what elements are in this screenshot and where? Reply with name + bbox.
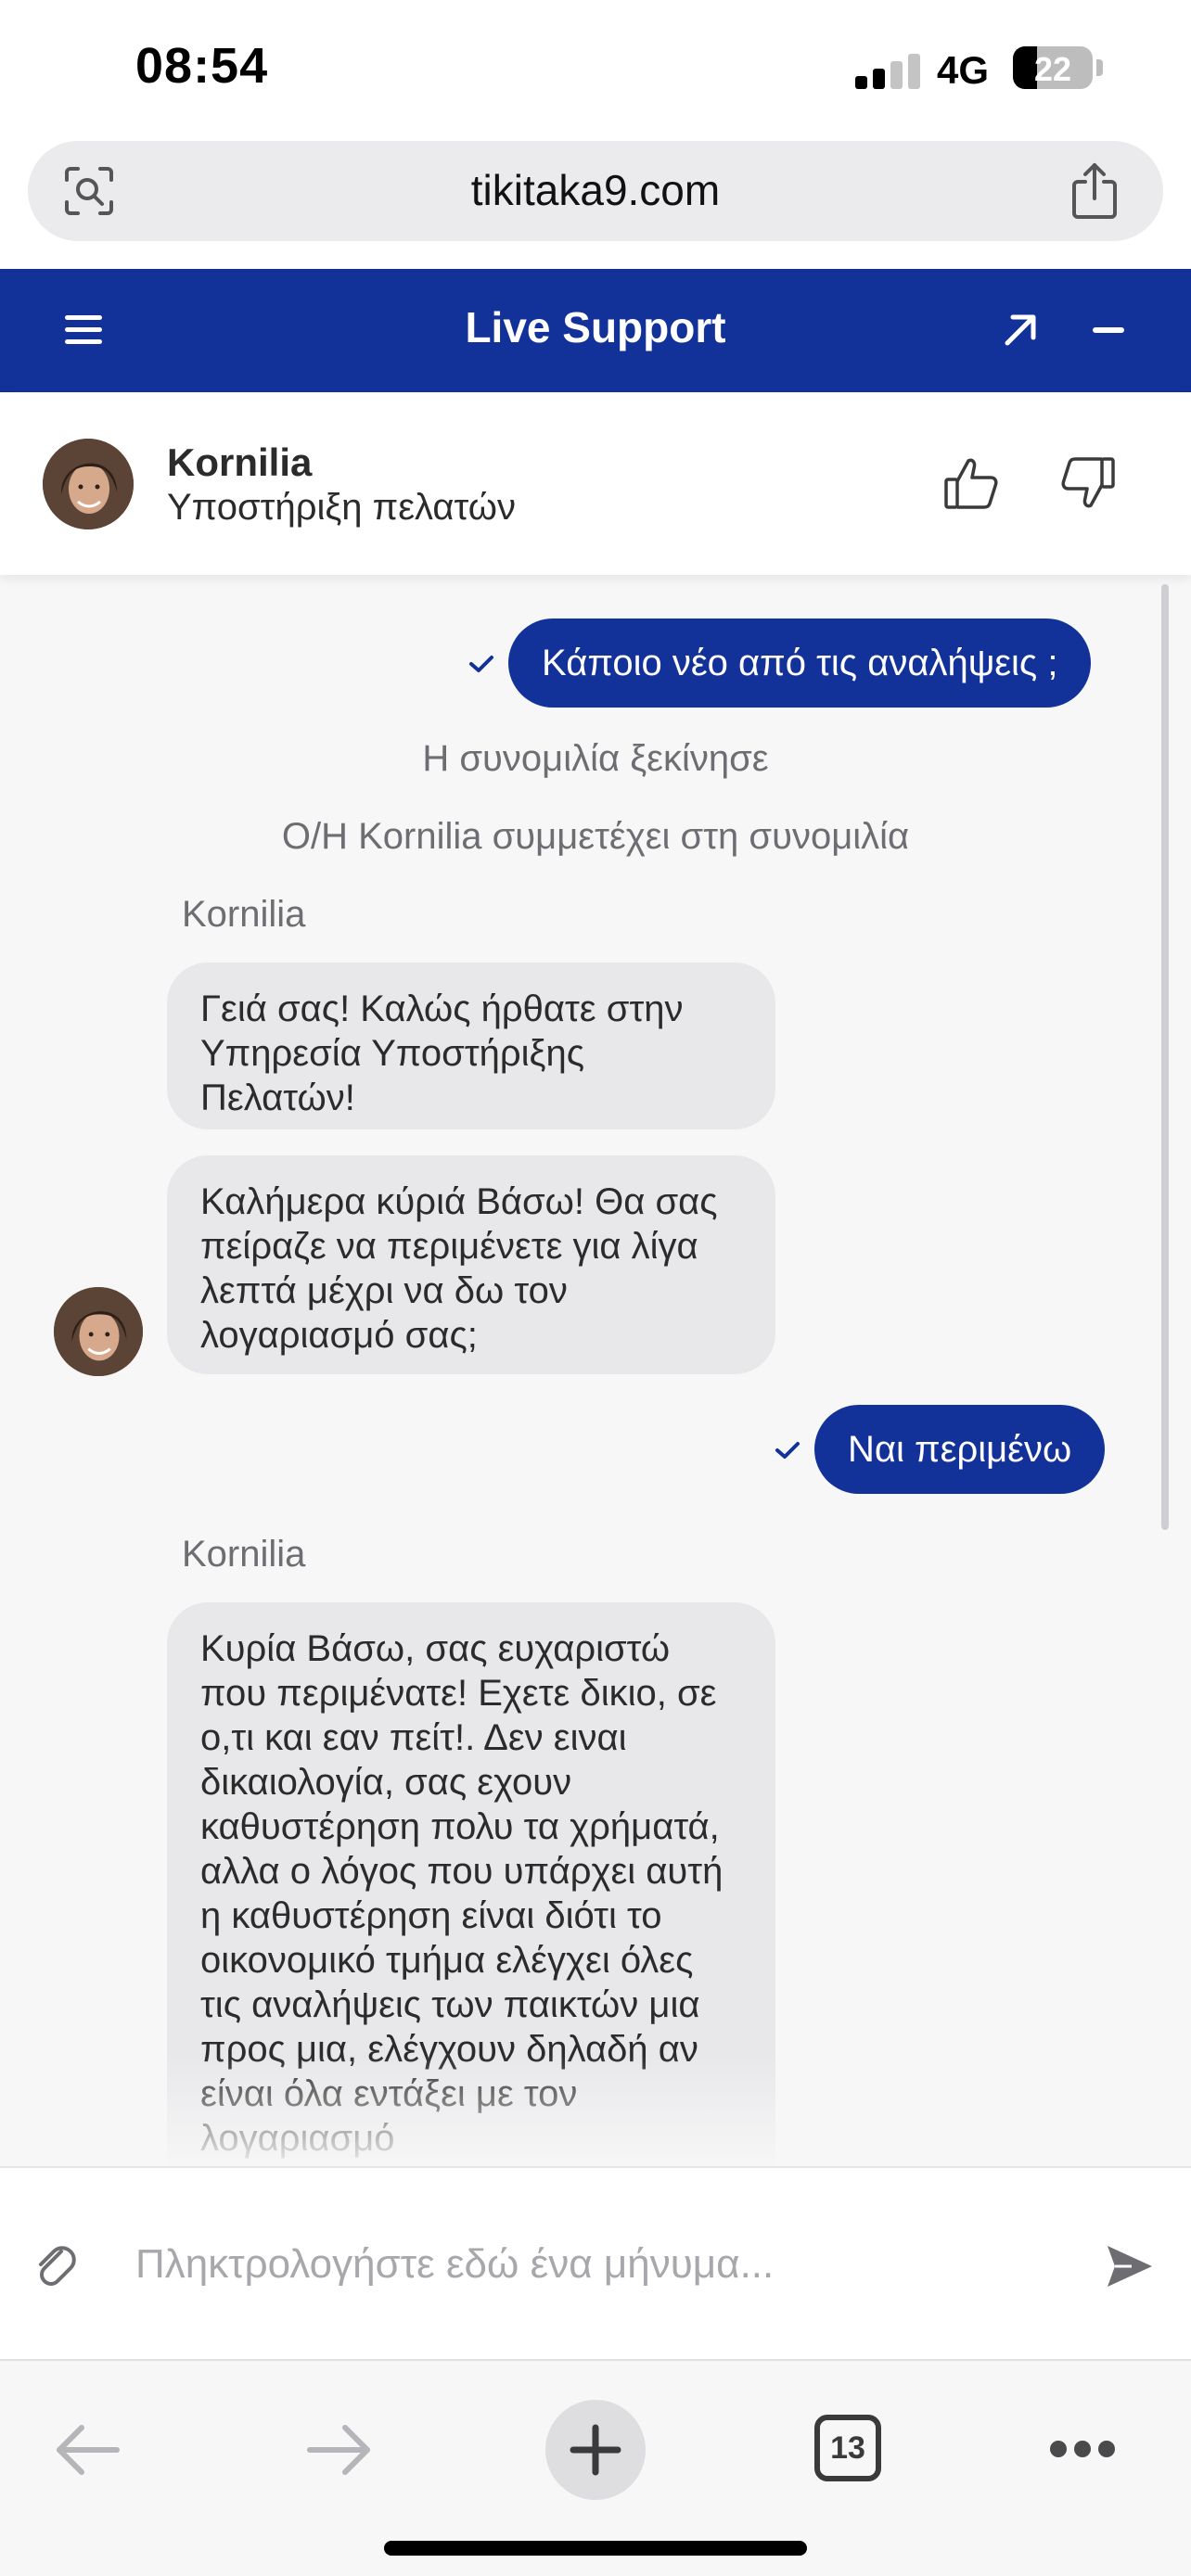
plus-icon — [570, 2424, 621, 2476]
forward-arrow-icon[interactable] — [306, 2422, 373, 2478]
network-type: 4G — [937, 48, 990, 92]
message-sender-name: Kornilia — [182, 894, 306, 935]
agent-role: Υποστήριξη πελατών — [167, 487, 517, 528]
system-message: O/H Kornilia συμμετέχει στη συνομιλία — [281, 816, 910, 857]
address-bar[interactable]: tikitaka9.com — [28, 141, 1163, 241]
share-icon[interactable] — [1069, 161, 1121, 221]
battery-icon: 22 — [1013, 46, 1093, 89]
more-options-icon[interactable] — [1050, 2441, 1115, 2457]
message-input[interactable] — [135, 2235, 1063, 2294]
agent-avatar — [54, 1287, 143, 1376]
thumbs-down-icon[interactable] — [1057, 453, 1117, 513]
agent-message-bubble: Γειά σας! Καλώς ήρθατε στην Υπηρεσία Υπο… — [167, 963, 775, 1129]
back-arrow-icon[interactable] — [54, 2422, 121, 2478]
sent-check-icon — [469, 656, 493, 672]
attachment-icon[interactable] — [33, 2238, 76, 2292]
sent-check-icon — [775, 1442, 800, 1459]
new-tab-button[interactable] — [545, 2400, 646, 2500]
status-time: 08:54 — [135, 38, 269, 94]
agent-name: Kornilia — [167, 440, 313, 484]
expand-icon[interactable] — [1000, 310, 1041, 351]
minimize-icon[interactable] — [1093, 327, 1124, 333]
url-text[interactable]: tikitaka9.com — [28, 165, 1163, 215]
user-message-bubble: Κάποιο νέο από τις αναλήψεις ; — [508, 618, 1092, 708]
agent-message-bubble: Καλήμερα κύριά Βάσω! Θα σας πείραζε να π… — [167, 1155, 775, 1374]
battery-level: 22 — [1033, 50, 1072, 88]
chat-messages[interactable]: Κάποιο νέο από τις αναλήψεις ; Η συνομιλ… — [0, 575, 1191, 2166]
system-message: Η συνομιλία ξεκίνησε — [422, 738, 769, 779]
thumbs-up-icon[interactable] — [942, 453, 1002, 513]
message-composer — [0, 2166, 1191, 2359]
battery-tip — [1096, 59, 1103, 76]
home-indicator — [384, 2541, 807, 2556]
tabs-button[interactable]: 13 — [814, 2415, 881, 2481]
message-sender-name: Kornilia — [182, 1534, 306, 1575]
user-message-bubble: Ναι περιμένω — [814, 1405, 1106, 1494]
status-bar: 08:54 4G 22 — [0, 0, 1191, 139]
send-icon[interactable] — [1104, 2240, 1156, 2292]
chat-header: Live Support — [0, 269, 1191, 392]
chat-scrollbar[interactable] — [1161, 584, 1169, 1530]
agent-avatar — [43, 439, 134, 529]
cellular-signal-icon — [855, 52, 920, 89]
agent-info-bar: Kornilia Υποστήριξη πελατών — [0, 392, 1191, 575]
scroll-fade — [0, 2055, 1191, 2166]
